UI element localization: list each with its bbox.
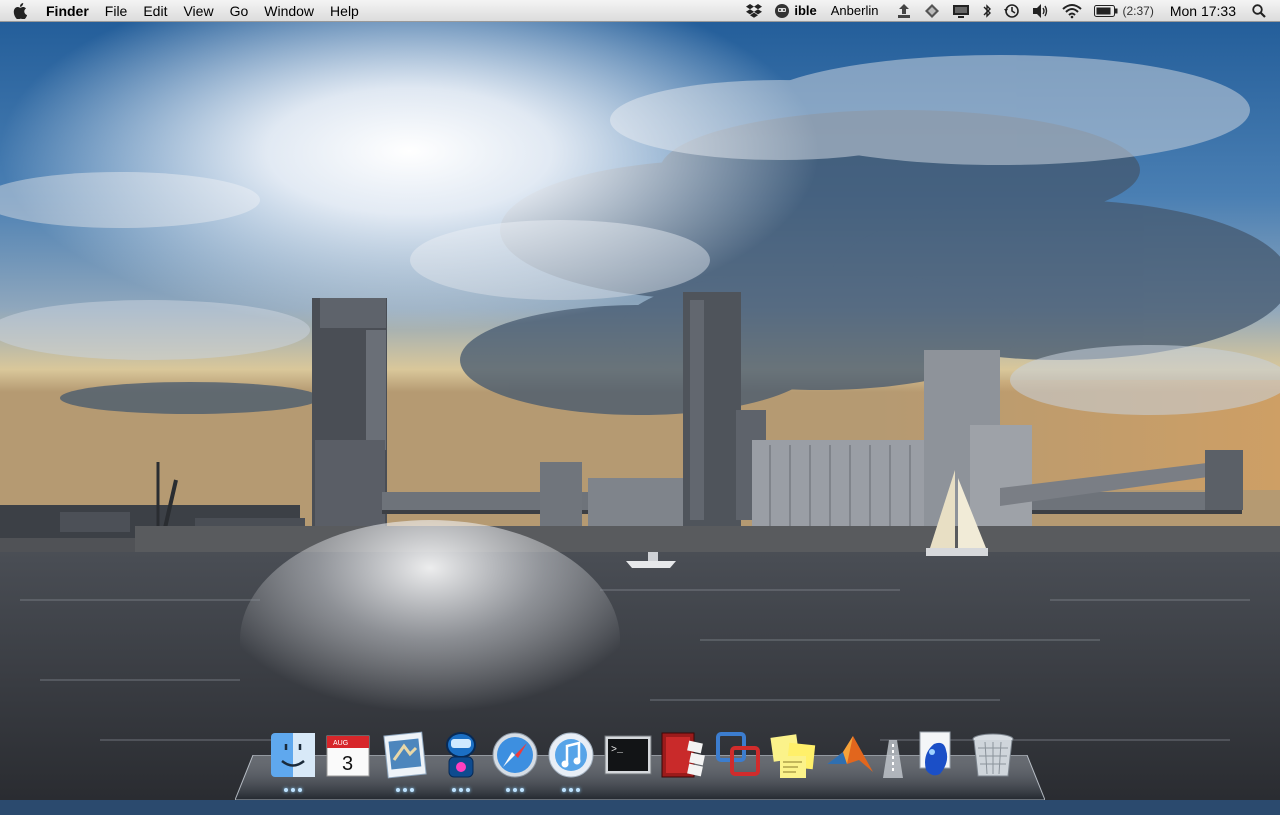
menu-go[interactable]: Go [222, 0, 257, 22]
now-playing-prefix[interactable]: ible [792, 0, 822, 22]
upload-icon[interactable] [890, 0, 918, 22]
ical-day: 3 [342, 753, 353, 775]
dock-itunes-icon[interactable] [546, 730, 596, 780]
diamond-icon[interactable] [918, 0, 946, 22]
menu-app-name[interactable]: Finder [40, 0, 97, 22]
dock-ical-icon[interactable]: AUG 3 [323, 730, 373, 780]
now-playing-artist[interactable]: Anberlin [823, 0, 891, 22]
menu-window[interactable]: Window [256, 0, 322, 22]
robot-icon[interactable] [768, 0, 792, 22]
apple-logo-icon[interactable] [0, 0, 40, 22]
finder-running-indicator [282, 788, 304, 793]
dock-photo-booth-icon[interactable] [658, 730, 708, 780]
dock: AUG 3 >_ [235, 731, 1045, 800]
menu-help[interactable]: Help [322, 0, 367, 22]
dock-terminal-icon[interactable]: >_ [603, 730, 653, 780]
wifi-icon[interactable] [1056, 0, 1088, 22]
menu-view[interactable]: View [175, 0, 221, 22]
menu-bar: Finder File Edit View Go Window Help ibl… [0, 0, 1280, 22]
dock-robot-app-icon[interactable] [436, 730, 486, 780]
dock-stickies-icon[interactable] [768, 730, 818, 780]
desktop-wallpaper [0, 0, 1280, 800]
dock-safari-icon[interactable] [490, 730, 540, 780]
robot-app-running-indicator [450, 788, 472, 793]
time-machine-icon[interactable] [998, 0, 1026, 22]
menu-edit[interactable]: Edit [135, 0, 175, 22]
bluetooth-icon[interactable] [976, 0, 998, 22]
dock-finder-icon[interactable] [268, 730, 318, 780]
battery-icon[interactable] [1088, 0, 1120, 22]
clock[interactable]: Mon 17:33 [1160, 0, 1246, 22]
display-icon[interactable] [946, 0, 976, 22]
dock-document-stack-icon[interactable] [910, 730, 960, 780]
spotlight-icon[interactable] [1246, 0, 1280, 22]
dock-parallels-icon[interactable] [713, 730, 763, 780]
dock-trash-icon[interactable] [968, 730, 1018, 780]
dock-mail-icon[interactable] [380, 730, 430, 780]
dropbox-icon[interactable] [740, 0, 768, 22]
safari-running-indicator [504, 788, 526, 793]
battery-time[interactable]: (2:37) [1120, 0, 1159, 22]
itunes-running-indicator [560, 788, 582, 793]
volume-icon[interactable] [1026, 0, 1056, 22]
terminal-prompt: >_ [611, 745, 624, 756]
ical-month: AUG [333, 740, 348, 747]
menu-file[interactable]: File [97, 0, 136, 22]
mail-running-indicator [394, 788, 416, 793]
